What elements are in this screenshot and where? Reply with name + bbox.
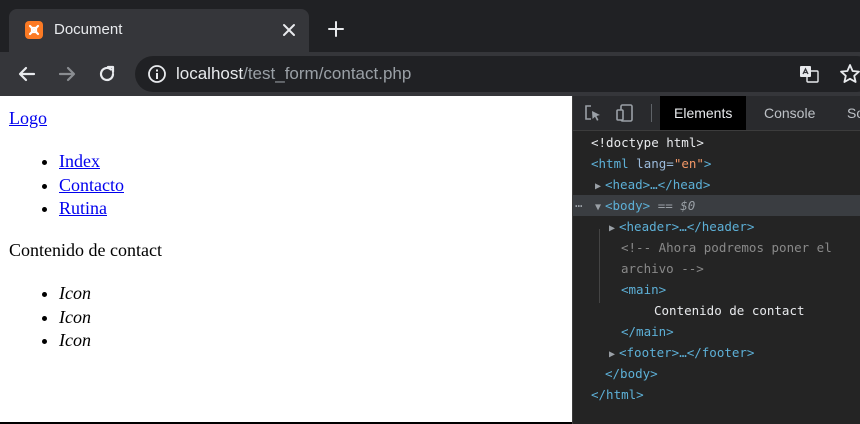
url-text[interactable]: localhost/test_form/contact.php — [176, 64, 411, 84]
expand-triangle-icon[interactable]: ▶ — [609, 218, 619, 239]
nav-list: Index Contacto Rutina — [0, 150, 124, 221]
tree-node-html[interactable]: <html lang="en"> — [573, 153, 860, 174]
elements-tree: <!doctype html> <html lang="en"> ▶ <head>… — [573, 130, 860, 424]
icon-list-item: Icon — [59, 329, 91, 353]
nav-item: Contacto — [59, 174, 124, 198]
browser-tab[interactable]: Document — [9, 9, 309, 52]
html-lang-value: "en" — [673, 156, 704, 171]
tree-node-comment[interactable]: <!-- Ahora podremos poner el — [573, 237, 860, 258]
icon-list-item: Icon — [59, 282, 91, 306]
more-options-icon[interactable]: ⋯ — [575, 195, 583, 216]
html-tag-close: </html> — [591, 387, 644, 402]
info-icon[interactable] — [147, 64, 167, 84]
close-icon[interactable] — [279, 20, 299, 40]
nav-item: Rutina — [59, 197, 124, 221]
expand-triangle-icon[interactable]: ▶ — [595, 176, 605, 197]
inspect-element-icon[interactable] — [583, 103, 603, 123]
head-collapsed: <head>…</head> — [605, 177, 711, 192]
html-lang-attr: lang= — [636, 156, 674, 171]
tree-node-main-text[interactable]: Contenido de contact — [573, 300, 860, 321]
icon-list-item: Icon — [59, 306, 91, 330]
page-viewport: Logo Index Contacto Rutina Contenido de … — [0, 96, 600, 424]
plus-icon — [328, 21, 344, 37]
tree-node-body-close[interactable]: </body> — [573, 363, 860, 384]
collapse-triangle-icon[interactable]: ▼ — [595, 197, 605, 218]
tree-node-head[interactable]: ▶ <head>…</head> — [573, 174, 860, 195]
html-tag-open: <html — [591, 156, 629, 171]
footer-collapsed: <footer>…</footer> — [619, 345, 755, 360]
comment-line-1: <!-- Ahora podremos poner el — [621, 240, 832, 255]
tree-node-main-close[interactable]: </main> — [573, 321, 860, 342]
nav-link-index[interactable]: Index — [59, 151, 100, 171]
devtools-panel: Elements Console Sources <!doctype html>… — [572, 96, 860, 424]
header-collapsed: <header>…</header> — [619, 219, 755, 234]
nav-link-rutina[interactable]: Rutina — [59, 198, 107, 218]
back-arrow-icon[interactable] — [16, 63, 38, 85]
nav-item: Index — [59, 150, 124, 174]
main-content-text: Contenido de contact — [9, 240, 162, 260]
tree-node-html-close[interactable]: </html> — [573, 384, 860, 405]
tree-node-body-selected[interactable]: ⋯ ▼ <body> == $0 — [573, 195, 860, 216]
star-icon[interactable] — [839, 63, 860, 85]
tab-title: Document — [54, 21, 123, 38]
main-tag-open: <main> — [621, 282, 667, 297]
new-tab-button[interactable] — [326, 19, 346, 39]
tree-node-header[interactable]: ▶ <header>…</header> — [573, 216, 860, 237]
logo-link[interactable]: Logo — [9, 108, 47, 129]
main-tag-close: </main> — [621, 324, 674, 339]
toolbar-divider — [651, 104, 652, 122]
tab-console[interactable]: Console — [750, 96, 829, 130]
tree-node-doctype[interactable]: <!doctype html> — [573, 132, 860, 153]
nav-link-contacto[interactable]: Contacto — [59, 175, 124, 195]
tab-strip: Document — [0, 0, 860, 52]
selected-marker: == $0 — [657, 198, 696, 213]
device-toggle-icon[interactable] — [615, 103, 635, 123]
doctype-text: <!doctype html> — [591, 135, 704, 150]
html-tag-bracket: > — [703, 156, 712, 171]
body-tag-close: </body> — [605, 366, 658, 381]
tree-node-comment-cont[interactable]: archivo --> — [573, 258, 860, 279]
devtools-toolbar: Elements Console Sources — [573, 96, 860, 131]
url-host: localhost — [176, 64, 244, 83]
xampp-favicon-icon — [25, 21, 43, 39]
tab-sources[interactable]: Sources — [833, 96, 860, 130]
reload-icon[interactable] — [96, 63, 118, 85]
browser-toolbar: localhost/test_form/contact.php — [0, 52, 860, 96]
forward-arrow-icon[interactable] — [56, 63, 78, 85]
tree-node-footer[interactable]: ▶ <footer>…</footer> — [573, 342, 860, 363]
body-tag-open: <body> — [605, 198, 651, 213]
expand-triangle-icon[interactable]: ▶ — [609, 344, 619, 365]
tree-node-main[interactable]: <main> — [573, 279, 860, 300]
translate-icon[interactable] — [799, 64, 819, 84]
tab-elements[interactable]: Elements — [660, 96, 747, 130]
address-bar[interactable]: localhost/test_form/contact.php — [135, 56, 860, 92]
footer-icon-list: Icon Icon Icon — [0, 282, 91, 353]
url-path: /test_form/contact.php — [243, 64, 412, 83]
comment-line-2: archivo --> — [621, 261, 704, 276]
main-text-node: Contenido de contact — [654, 303, 805, 318]
